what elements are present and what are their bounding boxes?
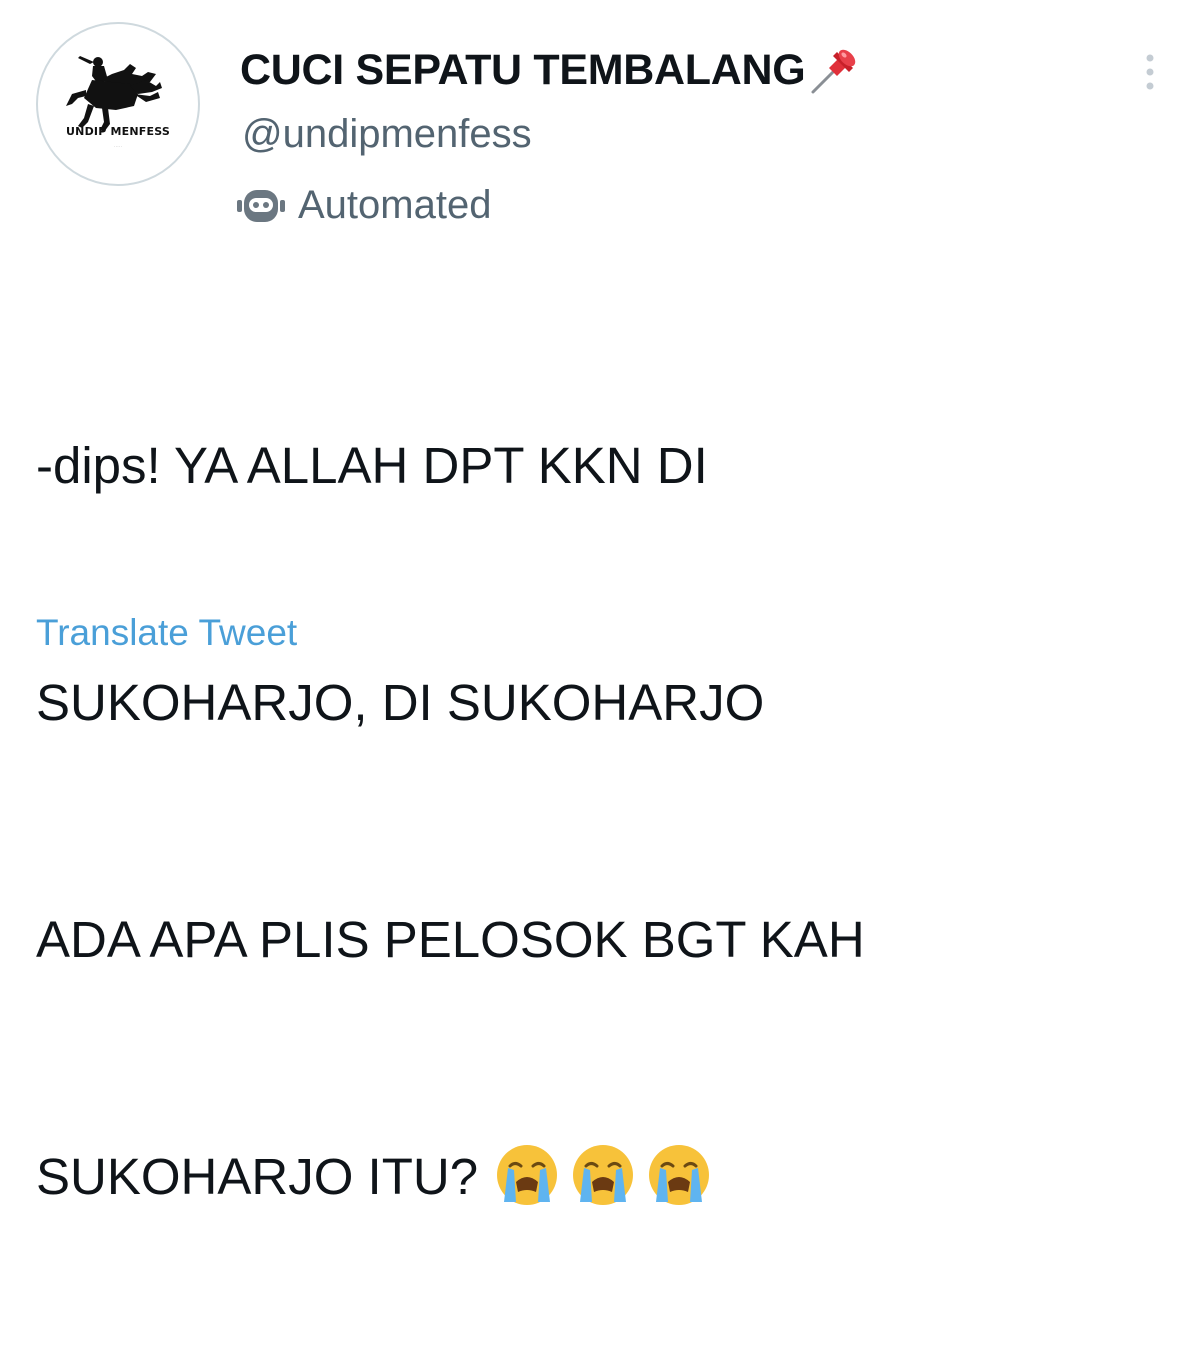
automated-label-row: Automated — [234, 178, 491, 232]
tweet-text-line: ADA APA PLIS PELOSOK BGT KAH — [36, 911, 865, 968]
tweet-card: UNDIP MENFESS ····· CUCI SEPATU TEMBALAN… — [0, 0, 1200, 1205]
bot-icon — [237, 190, 285, 222]
loudly-crying-face-icon — [573, 1144, 634, 1205]
display-name-row: CUCI SEPATU TEMBALANG — [240, 40, 863, 100]
avatar-logo-text: UNDIP MENFESS — [66, 125, 170, 138]
loudly-crying-face-icon — [497, 1144, 558, 1205]
more-vertical-icon[interactable] — [1138, 50, 1162, 94]
translate-tweet-link[interactable]: Translate Tweet — [36, 612, 297, 654]
avatar-logo-subtext: ····· — [113, 144, 123, 150]
display-name[interactable]: CUCI SEPATU TEMBALANG — [240, 46, 806, 95]
emoji-row — [494, 1142, 712, 1208]
horse-rider-logo-icon — [66, 56, 162, 132]
tweet-text-line: -dips! YA ALLAH DPT KKN DI — [36, 437, 708, 494]
tweet-text-line: SUKOHARJO ITU? — [36, 1148, 479, 1205]
loudly-crying-face-icon — [649, 1144, 710, 1205]
avatar[interactable]: UNDIP MENFESS ····· — [36, 22, 200, 186]
automated-label: Automated — [298, 182, 492, 227]
tweet-text-line-last: SUKOHARJO ITU? — [36, 1137, 1166, 1216]
tweet-text: -dips! YA ALLAH DPT KKN DI SUKOHARJO, DI… — [36, 268, 1166, 1350]
account-handle[interactable]: @undipmenfess — [242, 112, 532, 157]
pushpin-icon — [811, 49, 856, 94]
